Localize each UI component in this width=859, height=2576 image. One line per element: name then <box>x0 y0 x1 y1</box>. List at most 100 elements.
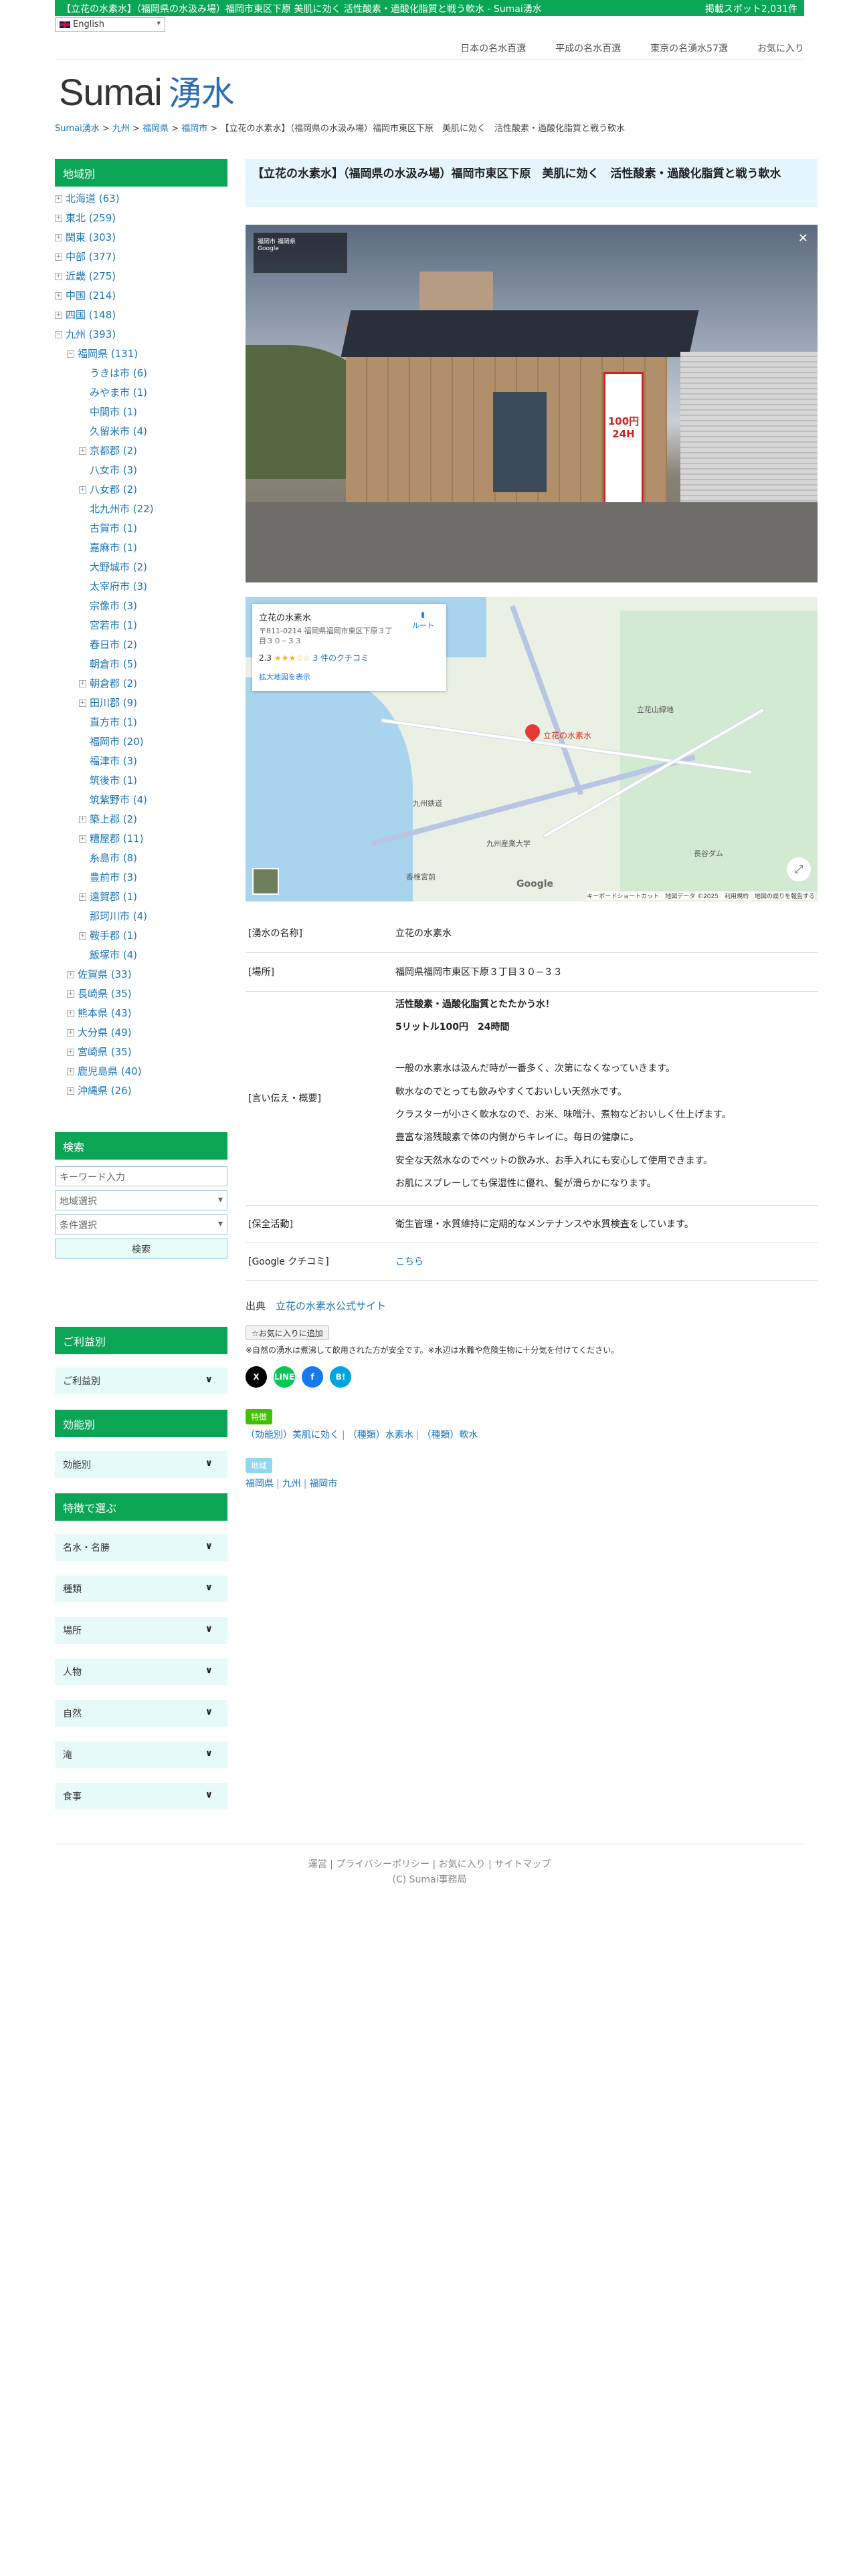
expand-icon[interactable]: + <box>79 893 86 901</box>
tree-item-label[interactable]: 朝倉市 (5) <box>90 658 137 670</box>
tree-item-label[interactable]: 京都郡 (2) <box>90 445 137 457</box>
tree-item[interactable]: + 中国 (214) <box>55 286 227 306</box>
breadcrumb-fukuoka-pref[interactable]: 福岡県 <box>142 124 169 134</box>
breadcrumb-fukuoka-city[interactable]: 福岡市 <box>181 124 207 134</box>
tree-item-label[interactable]: 大野城市 (2) <box>90 561 147 573</box>
footer-link-operator[interactable]: 運営 <box>308 1859 327 1870</box>
expand-icon[interactable]: + <box>67 1029 74 1037</box>
tree-item-label[interactable]: 宗像市 (3) <box>90 600 137 612</box>
tree-item[interactable]: + 京都郡 (2) <box>55 441 227 461</box>
tree-item-label[interactable]: 四国 (148) <box>66 309 116 321</box>
tree-item[interactable]: + 長崎県 (35) <box>55 984 227 1004</box>
tree-item[interactable]: + 田川郡 (9) <box>55 693 227 713</box>
breadcrumb-home[interactable]: Sumai湧水 <box>55 124 100 134</box>
tag-link[interactable]: 福岡市 <box>309 1479 337 1489</box>
keyword-input[interactable]: キーワード入力 <box>55 1166 227 1186</box>
tree-item-label[interactable]: 大分県 (49) <box>78 1027 132 1039</box>
expand-icon[interactable]: + <box>67 1087 74 1095</box>
feature-accordion[interactable]: 種類 ∨ <box>55 1576 227 1602</box>
tree-item[interactable]: 豊前市 (3) <box>55 868 227 887</box>
tree-item-label[interactable]: 春日市 (2) <box>90 639 137 651</box>
tree-item[interactable]: + 鞍手郡 (1) <box>55 926 227 946</box>
footer-link-sitemap[interactable]: サイトマップ <box>494 1859 551 1870</box>
bigger-map-link[interactable]: 拡大地図を表示 <box>259 671 440 682</box>
tree-item[interactable]: 北九州市 (22) <box>55 500 227 519</box>
route-button[interactable]: ⮬ ルート <box>412 611 434 631</box>
tree-item[interactable]: 直方市 (1) <box>55 713 227 732</box>
tree-item[interactable]: 那珂川市 (4) <box>55 907 227 926</box>
tree-item[interactable]: − 九州 (393) <box>55 325 227 344</box>
tree-item[interactable]: + 近畿 (275) <box>55 267 227 286</box>
tree-item-label[interactable]: 九州 (393) <box>66 328 116 340</box>
nav-tokyo-57[interactable]: 東京の名湧水57選 <box>650 41 728 55</box>
x-share-icon[interactable]: X <box>246 1366 267 1388</box>
benefit-accordion[interactable]: ご利益別 ∨ <box>55 1368 227 1394</box>
effect-accordion[interactable]: 効能別 ∨ <box>55 1451 227 1478</box>
tree-item-label[interactable]: 直方市 (1) <box>90 716 137 728</box>
map-layer-thumbnail[interactable] <box>252 868 279 895</box>
collapse-icon[interactable]: − <box>67 350 74 358</box>
tree-item[interactable]: + 大分県 (49) <box>55 1023 227 1043</box>
feature-accordion[interactable]: 場所 ∨ <box>55 1617 227 1644</box>
expand-icon[interactable]: + <box>79 816 86 823</box>
tree-item[interactable]: 久留米市 (4) <box>55 422 227 441</box>
tree-item-label[interactable]: 久留米市 (4) <box>90 425 147 437</box>
feature-accordion[interactable]: 人物 ∨ <box>55 1658 227 1685</box>
nav-meisui-100[interactable]: 日本の名水百選 <box>460 41 526 55</box>
tree-item[interactable]: 大野城市 (2) <box>55 558 227 577</box>
expand-icon[interactable]: + <box>67 971 74 978</box>
tree-item-label[interactable]: 築上郡 (2) <box>90 813 137 825</box>
tree-item[interactable]: 福岡市 (20) <box>55 732 227 752</box>
tree-item-label[interactable]: 鞍手郡 (1) <box>90 930 137 942</box>
expand-icon[interactable]: + <box>79 447 86 455</box>
tree-item-label[interactable]: 田川郡 (9) <box>90 697 137 709</box>
collapse-icon[interactable]: − <box>55 331 62 338</box>
expand-icon[interactable]: + <box>79 680 86 687</box>
tree-item[interactable]: + 四国 (148) <box>55 306 227 325</box>
tree-item-label[interactable]: 近畿 (275) <box>66 270 116 282</box>
footer-link-privacy[interactable]: プライバシーポリシー <box>336 1859 430 1870</box>
fullscreen-icon[interactable]: ⤢ <box>787 857 811 881</box>
expand-icon[interactable]: + <box>79 486 86 494</box>
tree-item-label[interactable]: みやま市 (1) <box>90 387 147 399</box>
tree-item[interactable]: 八女市 (3) <box>55 461 227 480</box>
tree-item[interactable]: + 沖縄県 (26) <box>55 1081 227 1101</box>
reviews-link[interactable]: 3 件のクチコミ <box>313 653 369 663</box>
tree-item-label[interactable]: 北海道 (63) <box>66 193 120 205</box>
tree-item[interactable]: + 北海道 (63) <box>55 189 227 209</box>
tree-item-label[interactable]: 中間市 (1) <box>90 406 137 418</box>
feature-accordion[interactable]: 自然 ∨ <box>55 1700 227 1727</box>
tree-item[interactable]: 筑後市 (1) <box>55 771 227 790</box>
tree-item[interactable]: 嘉麻市 (1) <box>55 538 227 558</box>
site-logo[interactable]: Sumai 湧水 <box>59 67 235 115</box>
tree-item-label[interactable]: 遠賀郡 (1) <box>90 891 137 903</box>
source-link[interactable]: 立花の水素水公式サイト <box>276 1300 386 1312</box>
tree-item-label[interactable]: 飯塚市 (4) <box>90 949 137 961</box>
tree-item[interactable]: + 遠賀郡 (1) <box>55 887 227 907</box>
tree-item[interactable]: 筑紫野市 (4) <box>55 790 227 810</box>
tree-item-label[interactable]: 中国 (214) <box>66 290 116 302</box>
expand-icon[interactable]: + <box>55 234 62 241</box>
tree-item[interactable]: + 関東 (303) <box>55 228 227 247</box>
tree-item[interactable]: + 朝倉郡 (2) <box>55 674 227 693</box>
tree-item-label[interactable]: 古賀市 (1) <box>90 522 137 534</box>
tree-item-label[interactable]: 福岡県 (131) <box>78 348 138 360</box>
expand-icon[interactable]: + <box>55 312 62 319</box>
tree-item-label[interactable]: 北九州市 (22) <box>90 503 154 515</box>
tree-item[interactable]: うきは市 (6) <box>55 364 227 383</box>
tree-item[interactable]: + 宮崎県 (35) <box>55 1043 227 1062</box>
tree-item[interactable]: + 八女郡 (2) <box>55 480 227 500</box>
google-map[interactable]: 立花山緑地 九州産業大学 長谷ダム 香椎宮前 九州鉄道 立花の水素水 立花の水素… <box>246 597 818 901</box>
tree-item[interactable]: 朝倉市 (5) <box>55 655 227 674</box>
tree-item-label[interactable]: 中部 (377) <box>66 251 116 263</box>
tree-item-label[interactable]: 豊前市 (3) <box>90 871 137 883</box>
expand-icon[interactable]: + <box>55 215 62 222</box>
tree-item-label[interactable]: 八女郡 (2) <box>90 484 137 496</box>
tree-item[interactable]: − 福岡県 (131) <box>55 344 227 364</box>
tree-item-label[interactable]: 長崎県 (35) <box>78 988 132 1000</box>
expand-icon[interactable]: + <box>79 835 86 843</box>
tree-item[interactable]: + 熊本県 (43) <box>55 1004 227 1023</box>
tree-item-label[interactable]: 筑後市 (1) <box>90 774 137 786</box>
line-share-icon[interactable]: LINE <box>274 1366 295 1388</box>
search-button[interactable]: 検索 <box>55 1239 227 1259</box>
